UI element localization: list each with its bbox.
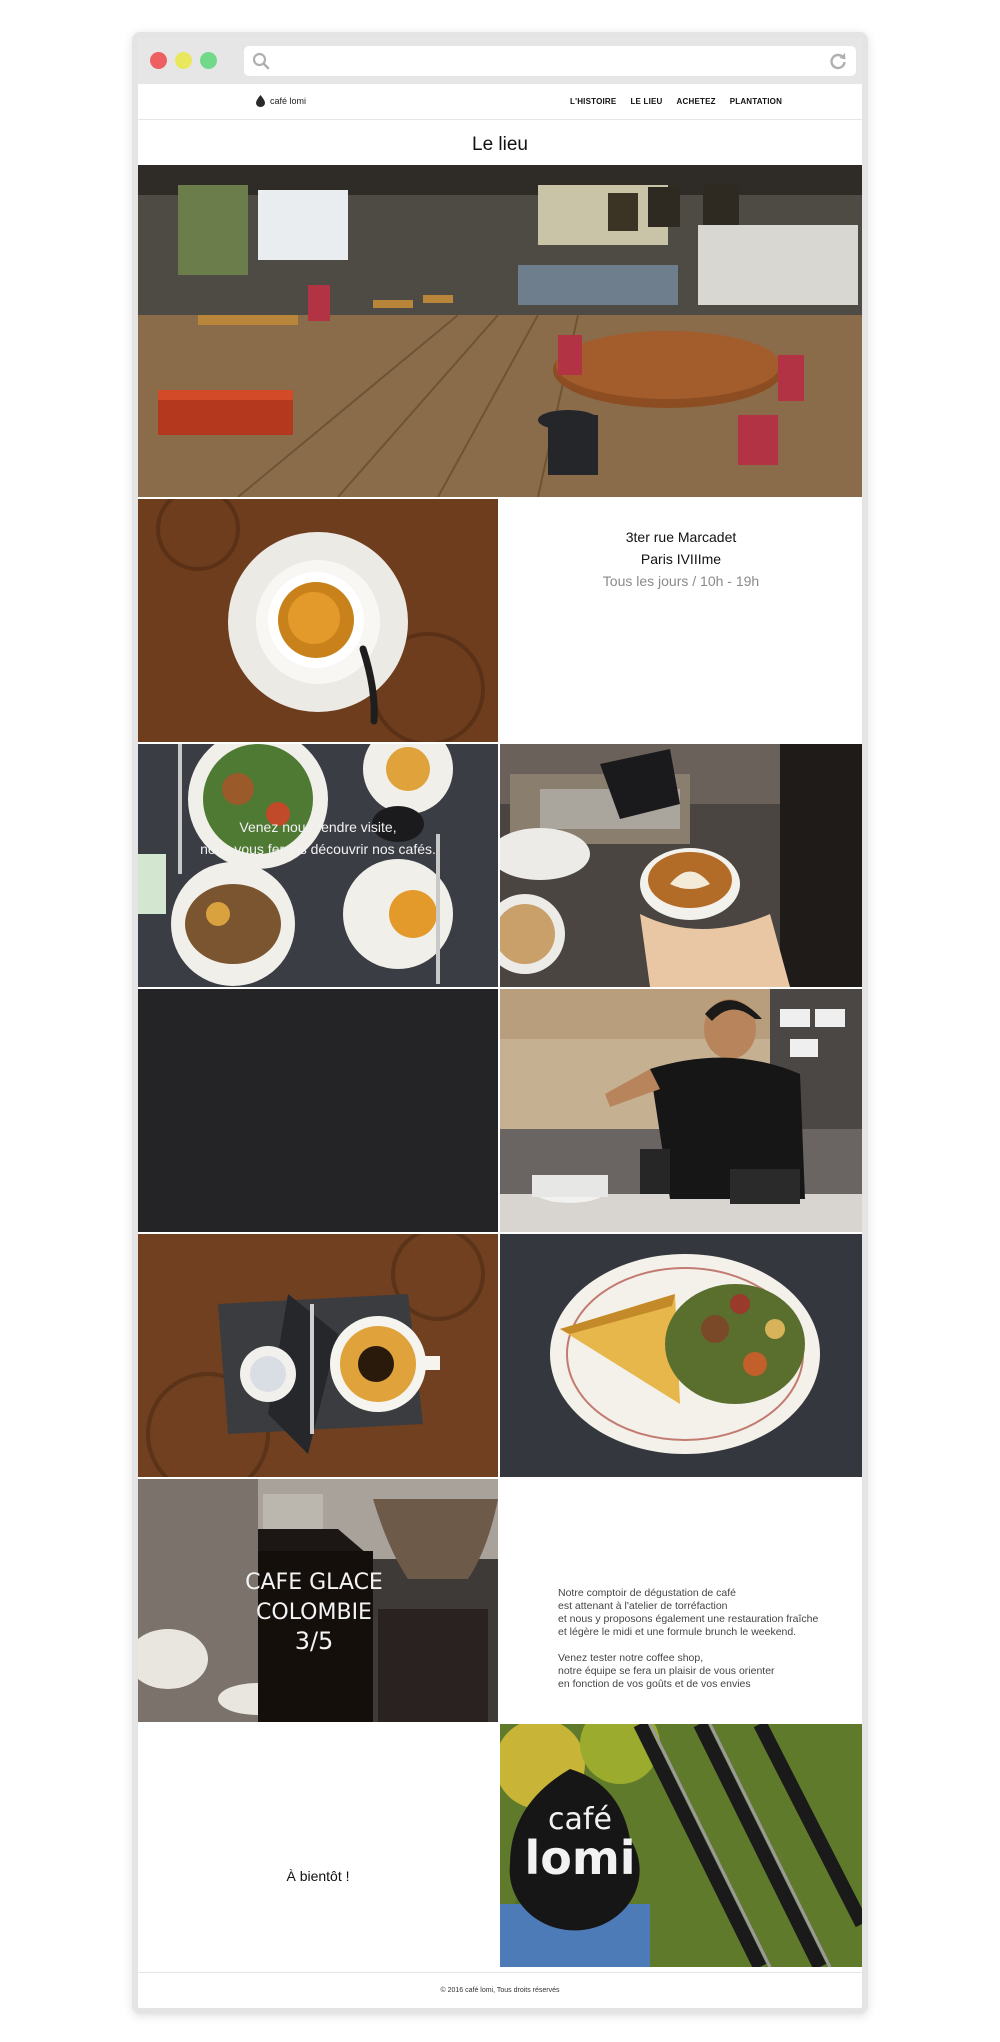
visit-invitation-tile [138,989,498,1232]
bottle-label-line-3: 3/5 [295,1627,334,1655]
food-plates-photo [138,744,498,987]
minimize-window-button[interactable] [175,52,192,69]
description-p2-line-3: en fonction de vos goûts et de vos envie… [558,1678,751,1690]
description-p1-line-3: et nous y proposons également une restau… [558,1613,819,1625]
nav-item-le-lieu[interactable]: LE LIEU [630,97,662,106]
coffee-bean-icon [256,95,265,107]
address-bar[interactable] [244,46,856,76]
sign-text-line-2: lomi [524,1831,635,1885]
farewell-text: À bientôt ! [286,1868,350,1884]
maximize-window-button[interactable] [200,52,217,69]
browser-chrome [138,38,862,84]
coffee-slate-photo [138,1234,498,1477]
logo-text: café lomi [270,96,307,106]
copyright-text: © 2016 café lomi, Tous droits réservés [440,1987,560,1994]
site-navbar: café lomi L'HISTOIRE LE LIEU ACHETEZ PLA… [138,84,862,120]
page-title: Le lieu [472,134,528,155]
nav-item-plantation[interactable]: PLANTATION [730,97,782,106]
nav-item-achetez[interactable]: ACHETEZ [677,97,716,106]
opening-hours: Tous les jours / 10h - 19h [602,573,760,589]
address-street: 3ter rue Marcadet [625,529,737,545]
coffee-shop-description: Notre comptoir de dégustation de café es… [558,1587,848,1704]
visit-line-1: Venez nous rendre visite, [239,819,397,835]
description-p2-line-1: Venez tester notre coffee shop, [558,1652,704,1664]
site-footer: © 2016 café lomi, Tous droits réservés [138,1972,862,2008]
latte-art-photo [500,744,862,987]
site-logo[interactable]: café lomi [256,95,306,107]
cafe-lomi-sign-photo: café lomi [500,1724,862,1967]
description-p1-line-2: est attenant à l'atelier de torréfaction [558,1600,728,1612]
iced-coffee-bottle-photo: CAFE GLACE COLOMBIE 3/5 [138,1479,498,1722]
description-p2-line-2: notre équipe se fera un plaisir de vous … [558,1665,775,1677]
close-window-button[interactable] [150,52,167,69]
description-p1-line-4: et légère le midi et une formule brunch … [558,1626,797,1638]
nav-menu: L'HISTOIRE LE LIEU ACHETEZ PLANTATION [570,97,782,106]
bottle-label-line-2: COLOMBIE [256,1600,372,1625]
bottle-label-line-1: CAFE GLACE [245,1570,383,1595]
espresso-cup-photo [138,499,498,742]
search-icon [252,52,270,75]
description-p1-line-1: Notre comptoir de dégustation de café [558,1587,737,1599]
browser-window: café lomi L'HISTOIRE LE LIEU ACHETEZ PLA… [132,32,868,2014]
visit-invitation-text: Venez nous rendre visite, nous vous fero… [138,816,498,860]
nav-item-histoire[interactable]: L'HISTOIRE [570,97,616,106]
barista-photo [500,989,862,1232]
cafe-interior-photo [138,165,862,497]
visit-line-2: nous vous ferons découvrir nos cafés. [200,841,436,857]
quiche-plate-photo [500,1234,862,1477]
address-city: Paris IVIIIme [640,551,722,567]
address-block: 3ter rue Marcadet Paris IVIIIme Tous les… [500,526,862,592]
reload-icon[interactable] [828,51,848,76]
